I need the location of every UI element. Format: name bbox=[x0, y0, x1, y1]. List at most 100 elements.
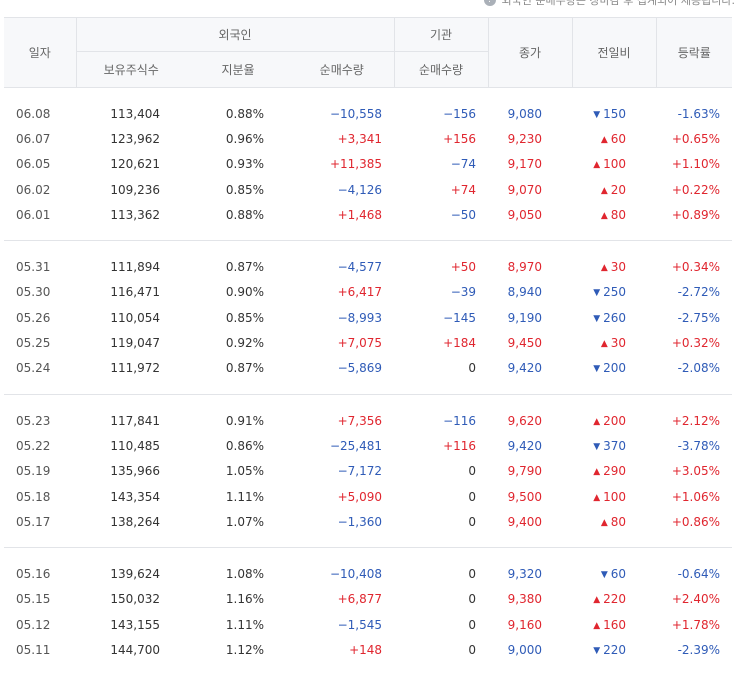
cell-holdings-value: 110,054 bbox=[110, 310, 160, 325]
cell-change-value: 20 bbox=[610, 182, 627, 197]
cell-change: ▼ 250 bbox=[572, 280, 656, 305]
cell-close: 9,230 bbox=[488, 126, 572, 151]
cell-foreign-net: +1,468 bbox=[290, 202, 394, 227]
cell-change: ▲ 80 bbox=[572, 202, 656, 227]
cell-ratio: 0.88% bbox=[186, 101, 290, 126]
cell-rate: +3.05% bbox=[656, 459, 732, 484]
cell-change: ▼ 260 bbox=[572, 305, 656, 330]
cell-holdings-value: 143,354 bbox=[110, 489, 160, 504]
cell-rate-value: -0.64% bbox=[677, 567, 721, 582]
cell-foreign-net: +7,075 bbox=[290, 330, 394, 355]
cell-ratio: 0.91% bbox=[186, 408, 290, 433]
cell-ratio: 1.07% bbox=[186, 509, 290, 534]
cell-ratio-value: 1.12% bbox=[225, 642, 264, 657]
cell-rate: -2.39% bbox=[656, 637, 732, 662]
cell-date: 06.07 bbox=[4, 126, 76, 151]
cell-change-value: 60 bbox=[610, 567, 627, 582]
cell-change: ▲ 30 bbox=[572, 254, 656, 279]
cell-close-value: 9,190 bbox=[507, 310, 543, 325]
cell-rate: -0.64% bbox=[656, 561, 732, 586]
cell-date-value: 05.17 bbox=[16, 514, 51, 529]
cell-ratio-value: 0.87% bbox=[225, 260, 264, 275]
table-row: 05.17 138,264 1.07% −1,360 0 9,400 ▲ 80 +0.86% bbox=[4, 509, 732, 534]
table-row: 06.01 113,362 0.88% +1,468 −50 9,050 ▲ 80 +0.89% bbox=[4, 202, 732, 227]
cell-holdings: 111,894 bbox=[76, 254, 186, 279]
cell-close-value: 9,620 bbox=[507, 413, 543, 428]
triangle-up-icon: ▲ bbox=[593, 416, 601, 427]
cell-ratio: 0.85% bbox=[186, 305, 290, 330]
info-note-text: 외국인 순매수량은 장마감 후 집계되어 제공됩니다. bbox=[501, 0, 736, 7]
cell-close: 9,000 bbox=[488, 637, 572, 662]
cell-close-value: 9,070 bbox=[507, 182, 543, 197]
cell-rate-value: +0.32% bbox=[671, 336, 721, 351]
cell-foreign-net: −10,558 bbox=[290, 101, 394, 126]
cell-foreign-net-value: −8,993 bbox=[337, 310, 383, 325]
cell-holdings: 113,404 bbox=[76, 101, 186, 126]
cell-holdings-value: 110,485 bbox=[110, 438, 160, 453]
cell-close-value: 9,790 bbox=[507, 464, 543, 479]
cell-foreign-net-value: −1,360 bbox=[337, 514, 383, 529]
cell-rate-value: -2.39% bbox=[677, 642, 721, 657]
cell-holdings-value: 113,362 bbox=[110, 207, 160, 222]
cell-date-value: 06.08 bbox=[16, 106, 51, 121]
triangle-down-icon: ▼ bbox=[600, 570, 608, 581]
cell-institution-net: 0 bbox=[394, 459, 488, 484]
cell-rate-value: -2.75% bbox=[677, 310, 721, 325]
cell-ratio-value: 1.08% bbox=[225, 567, 264, 582]
cell-date-value: 05.25 bbox=[16, 336, 51, 351]
triangle-up-icon: ▲ bbox=[600, 134, 608, 145]
cell-close: 9,190 bbox=[488, 305, 572, 330]
cell-close: 9,620 bbox=[488, 408, 572, 433]
cell-close-value: 9,320 bbox=[507, 567, 543, 582]
cell-foreign-net-value: −25,481 bbox=[329, 438, 383, 453]
cell-holdings-value: 123,962 bbox=[110, 131, 160, 146]
triangle-up-icon: ▲ bbox=[600, 185, 608, 196]
cell-change-value: 100 bbox=[603, 489, 627, 504]
cell-change-value: 220 bbox=[603, 592, 627, 607]
cell-date-value: 05.26 bbox=[16, 310, 51, 325]
cell-institution-net-value: +116 bbox=[443, 438, 477, 453]
cell-foreign-net-value: −7,172 bbox=[337, 464, 383, 479]
triangle-down-icon: ▼ bbox=[593, 313, 601, 324]
cell-ratio: 0.87% bbox=[186, 356, 290, 381]
cell-holdings-value: 111,972 bbox=[110, 361, 160, 376]
cell-ratio: 1.12% bbox=[186, 637, 290, 662]
cell-foreign-net: +3,341 bbox=[290, 126, 394, 151]
triangle-down-icon: ▼ bbox=[593, 364, 601, 375]
cell-date-value: 05.22 bbox=[16, 438, 51, 453]
cell-holdings-value: 120,621 bbox=[110, 157, 160, 172]
cell-foreign-net-value: −4,577 bbox=[337, 260, 383, 275]
cell-ratio-value: 0.92% bbox=[225, 336, 264, 351]
cell-date-value: 05.30 bbox=[16, 285, 51, 300]
cell-rate-value: +0.65% bbox=[671, 131, 721, 146]
cell-institution-net-value: +50 bbox=[450, 260, 477, 275]
header-foreign-group: 외국인 bbox=[75, 17, 395, 52]
cell-close-value: 9,170 bbox=[507, 157, 543, 172]
cell-close-value: 9,050 bbox=[507, 207, 543, 222]
cell-ratio: 1.11% bbox=[186, 612, 290, 637]
cell-institution-net-value: 0 bbox=[468, 361, 477, 376]
cell-holdings: 109,236 bbox=[76, 177, 186, 202]
cell-close-value: 8,970 bbox=[507, 260, 543, 275]
cell-date-value: 05.11 bbox=[16, 642, 51, 657]
cell-close-value: 8,940 bbox=[507, 285, 543, 300]
cell-date: 05.25 bbox=[4, 330, 76, 355]
cell-date-value: 06.02 bbox=[16, 182, 51, 197]
cell-rate-value: +0.89% bbox=[671, 207, 721, 222]
cell-institution-net: −116 bbox=[394, 408, 488, 433]
table-header: 일자 외국인 기관 종가 전일비 등락률 보유주식수 지분율 순매수량 순매수량 bbox=[4, 17, 733, 88]
cell-ratio-value: 0.88% bbox=[225, 207, 264, 222]
header-holdings: 보유주식수 bbox=[75, 51, 186, 88]
cell-rate-value: +2.12% bbox=[671, 413, 721, 428]
cell-institution-net: +156 bbox=[394, 126, 488, 151]
cell-rate: +1.10% bbox=[656, 152, 732, 177]
cell-rate: -2.75% bbox=[656, 305, 732, 330]
triangle-down-icon: ▼ bbox=[593, 109, 601, 120]
cell-holdings-value: 143,155 bbox=[110, 617, 160, 632]
cell-ratio-value: 0.85% bbox=[225, 182, 264, 197]
cell-institution-net-value: 0 bbox=[468, 514, 477, 529]
cell-change: ▲ 80 bbox=[572, 509, 656, 534]
cell-date: 05.23 bbox=[4, 408, 76, 433]
cell-holdings: 120,621 bbox=[76, 152, 186, 177]
cell-institution-net: +116 bbox=[394, 433, 488, 458]
